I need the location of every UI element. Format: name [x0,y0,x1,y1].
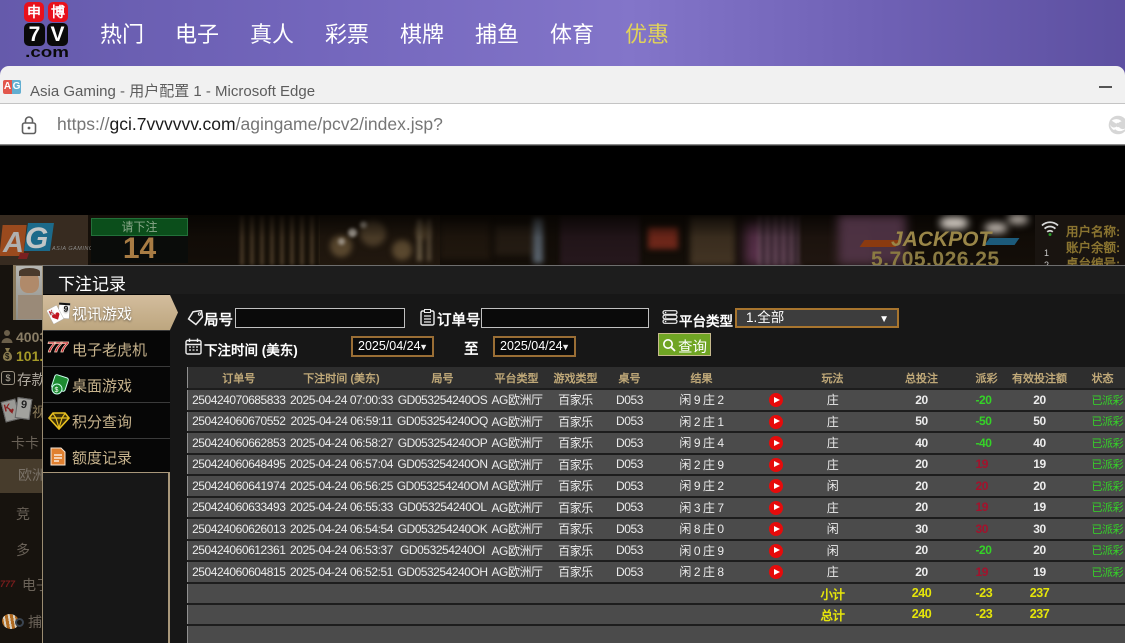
svg-text:9: 9 [63,303,69,313]
svg-text:$: $ [55,387,59,394]
svg-text:777: 777 [47,339,69,356]
svg-text:$: $ [5,352,10,361]
